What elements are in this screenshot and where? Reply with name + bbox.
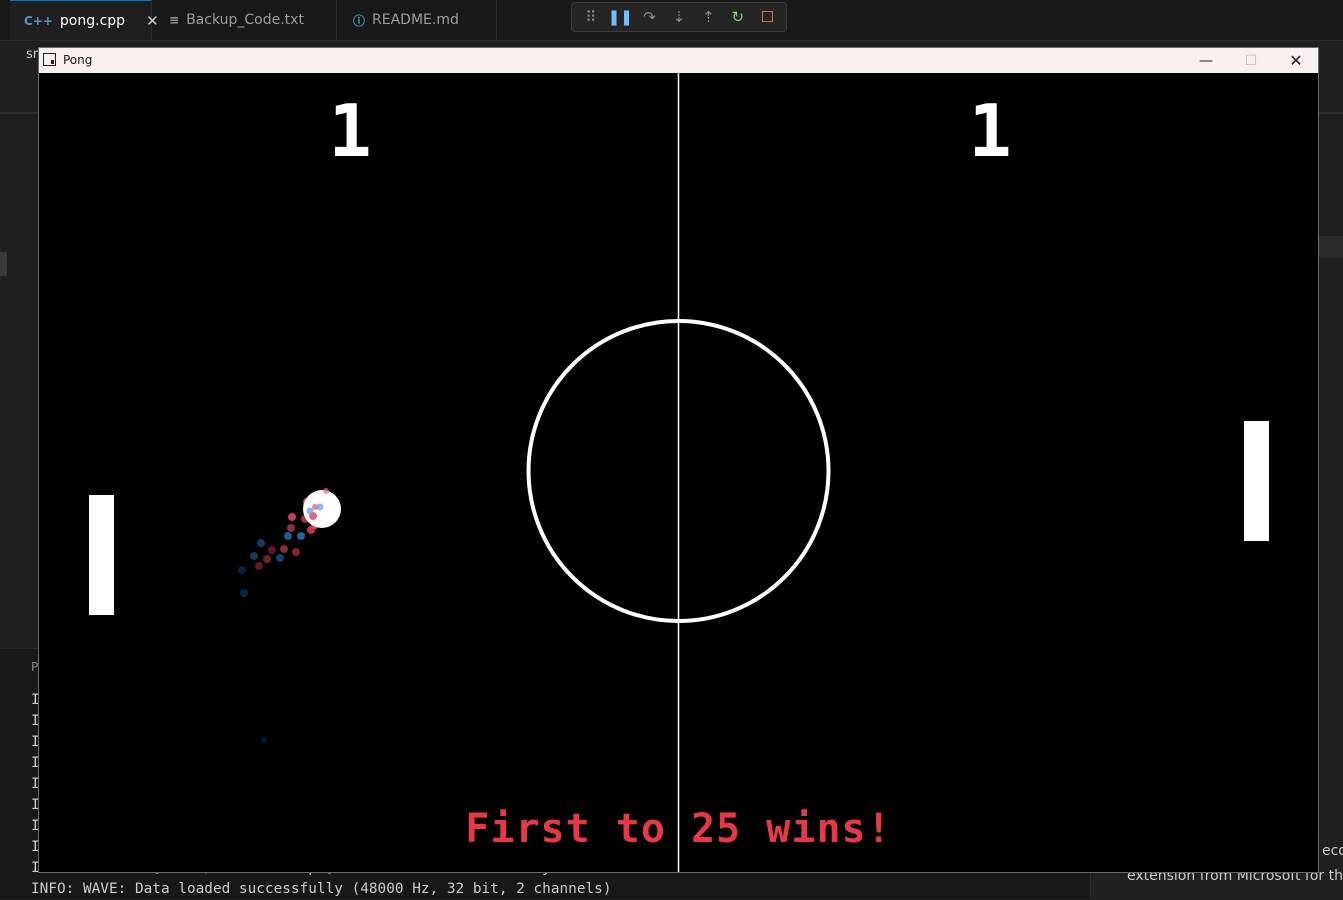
debug-toolbar: ⠿ ❚❚ ↷ ⇣ ⇡ ↻ ☐ [571,2,787,32]
tab-backup-code[interactable]: ≡ Backup_Code.txt [155,0,337,40]
maximize-button[interactable]: ☐ [1228,48,1274,73]
log-line: INFO: WAVE: Data loaded successfully (48… [31,881,612,897]
left-score: 1 [328,89,372,173]
stop-icon[interactable]: ☐ [756,6,778,28]
ball-trail [238,498,319,743]
close-button[interactable]: ✕ [1273,48,1319,73]
tab-label: pong.cpp [59,12,126,29]
playfield [89,73,1269,872]
text-file-icon: ≡ [169,13,180,27]
game-canvas[interactable]: 1 1 First to 25 wins! [39,73,1318,872]
minimap-edge [1318,236,1343,258]
minimize-button[interactable]: — [1183,48,1229,73]
step-out-icon[interactable]: ⇡ [697,6,719,28]
breadcrumb[interactable]: sr [26,47,38,62]
cpp-file-icon: C++ [24,13,53,28]
app-icon [43,53,56,66]
drag-handle-icon[interactable]: ⠿ [580,6,602,28]
tab-label: README.md [372,12,459,28]
step-into-icon[interactable]: ⇣ [668,6,690,28]
window-title: Pong [63,53,93,67]
right-score: 1 [968,89,1012,173]
tab-readme[interactable]: ⓘ README.md [339,0,497,40]
window-title-bar[interactable]: Pong — ☐ ✕ [39,48,1318,73]
tab-pong-cpp[interactable]: C++ pong.cpp ✕ [10,0,159,40]
tab-label: Backup_Code.txt [186,12,304,28]
right-paddle [1244,421,1269,541]
notification-text: econ [1322,843,1343,859]
left-paddle [89,495,114,615]
step-over-icon[interactable]: ↷ [639,6,661,28]
scroll-indicator [0,252,7,276]
pong-window: Pong — ☐ ✕ 1 1 First to 25 wins! [38,47,1319,873]
pause-icon[interactable]: ❚❚ [608,6,633,28]
restart-icon[interactable]: ↻ [727,6,749,28]
info-file-icon: ⓘ [353,13,366,28]
win-condition-banner: First to 25 wins! [465,806,892,852]
